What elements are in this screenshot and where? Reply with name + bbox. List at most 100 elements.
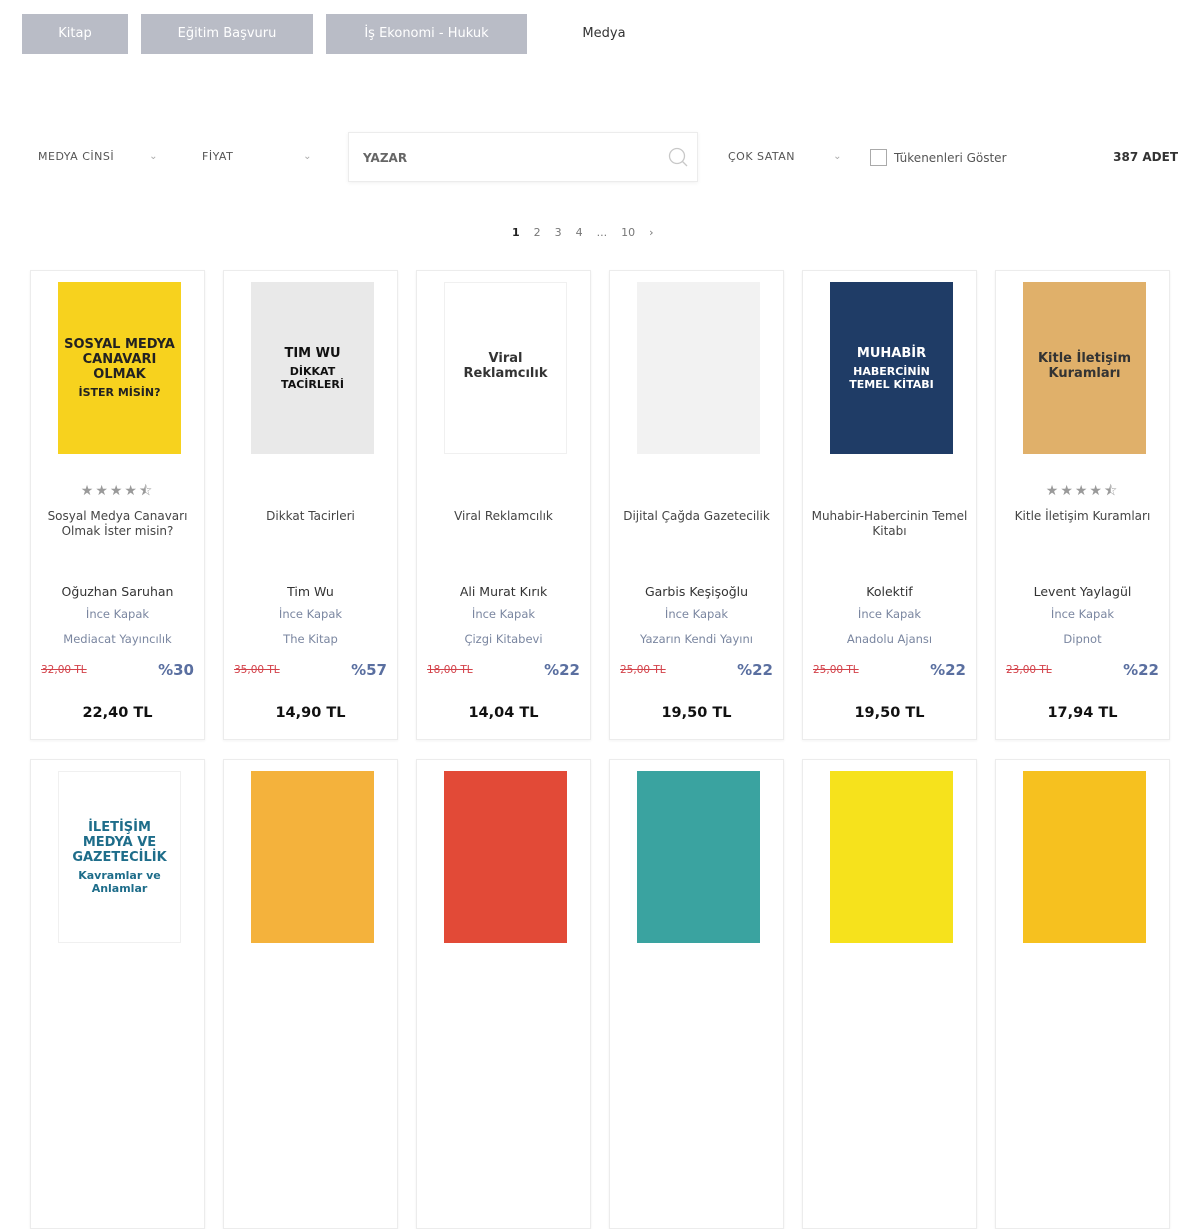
old-price: 25,00 TL (620, 664, 666, 676)
product-price: 22,40 TL (82, 705, 153, 721)
product-card[interactable] (416, 759, 591, 1229)
tab-medya[interactable]: Medya (540, 14, 668, 54)
discount-badge: %22 (1123, 661, 1159, 679)
product-title[interactable]: Viral Reklamcılık (425, 509, 582, 524)
product-card[interactable]: Kitle İletişim Kuramları ★★★★⯪ Kitle İle… (995, 270, 1170, 740)
pagination: 1 2 3 4 ... 10 › (505, 226, 661, 239)
cover-subtitle-text: Kavramlar ve Anlamlar (78, 868, 161, 895)
old-price: 35,00 TL (234, 664, 280, 676)
tab-kitap[interactable]: Kitap (22, 14, 128, 54)
page-link[interactable]: 3 (548, 226, 569, 239)
rating-stars: ★★★★⯪ (80, 483, 155, 499)
product-binding: İnce Kapak (278, 607, 343, 621)
book-cover-image[interactable] (444, 771, 567, 943)
book-cover-image[interactable] (637, 771, 760, 943)
old-price: 23,00 TL (1006, 664, 1052, 676)
media-type-select[interactable]: MEDYA CİNSİ ⌄ (38, 132, 168, 182)
book-cover-image[interactable] (251, 771, 374, 943)
book-cover-image[interactable] (1023, 771, 1146, 943)
book-cover-image[interactable]: MUHABİR HABERCİNİN TEMEL KİTABI (830, 282, 953, 454)
out-of-stock-label: Tükenenleri Göster (894, 150, 1007, 165)
book-cover-image[interactable]: Kitle İletişim Kuramları (1023, 282, 1146, 454)
product-title[interactable]: Muhabir-Habercinin Temel Kitabı (811, 509, 968, 539)
discount-badge: %57 (351, 661, 387, 679)
cover-title-text: TIM WU (284, 345, 341, 361)
product-author[interactable]: Ali Murat Kırık (417, 584, 590, 599)
product-binding: İnce Kapak (85, 607, 150, 621)
product-author[interactable]: Tim Wu (224, 584, 397, 599)
product-title[interactable]: Kitle İletişim Kuramları (1004, 509, 1161, 524)
page-link[interactable]: 1 (505, 226, 527, 239)
tab-is-ekonomi-hukuk[interactable]: İş Ekonomi - Hukuk (326, 14, 527, 54)
product-card[interactable]: TIM WU DİKKAT TACİRLERİ Dikkat Tacirleri… (223, 270, 398, 740)
result-count: 387 ADET (1113, 150, 1178, 164)
product-author[interactable]: Oğuzhan Saruhan (31, 584, 204, 599)
page-link[interactable]: 4 (569, 226, 590, 239)
author-search-box (348, 132, 698, 182)
product-binding: İnce Kapak (471, 607, 536, 621)
product-title[interactable]: Dijital Çağda Gazetecilik (618, 509, 775, 524)
book-cover-image[interactable]: SOSYAL MEDYA CANAVARI OLMAK İSTER MİSİN? (58, 282, 181, 454)
product-card[interactable]: Viral Reklamcılık Viral Reklamcılık Ali … (416, 270, 591, 740)
product-price: 19,50 TL (661, 705, 732, 721)
filter-bar: MEDYA CİNSİ ⌄ FİYAT ⌄ ÇOK SATAN ⌄ Tükene… (22, 132, 1182, 182)
cover-title-text: SOSYAL MEDYA CANAVARI OLMAK (64, 337, 175, 382)
product-publisher[interactable]: Çizgi Kitabevi (417, 632, 590, 646)
price-label: FİYAT (202, 150, 234, 163)
product-card[interactable] (995, 759, 1170, 1229)
book-cover-image[interactable] (637, 282, 760, 454)
product-publisher[interactable]: The Kitap (224, 632, 397, 646)
product-price: 19,50 TL (854, 705, 925, 721)
author-search-input[interactable] (361, 147, 665, 169)
price-select[interactable]: FİYAT ⌄ (202, 132, 322, 182)
product-card[interactable] (802, 759, 977, 1229)
cover-title-text: MUHABİR (856, 345, 927, 361)
media-type-label: MEDYA CİNSİ (38, 150, 115, 163)
out-of-stock-checkbox[interactable] (870, 149, 887, 166)
old-price: 25,00 TL (813, 664, 859, 676)
product-card[interactable]: İLETİŞİM MEDYA VE GAZETECİLİK Kavramlar … (30, 759, 205, 1229)
cover-title-text: Kitle İletişim Kuramları (1037, 351, 1132, 381)
product-price: 17,94 TL (1047, 705, 1118, 721)
cover-title-text: Viral Reklamcılık (463, 351, 548, 381)
product-publisher[interactable]: Yazarın Kendi Yayını (610, 632, 783, 646)
product-price: 14,04 TL (468, 705, 539, 721)
page-link[interactable]: 10 (614, 226, 642, 239)
old-price: 32,00 TL (41, 664, 87, 676)
next-page-icon[interactable]: › (642, 226, 660, 239)
book-cover-image[interactable]: Viral Reklamcılık (444, 282, 567, 454)
chevron-down-icon: ⌄ (303, 151, 312, 162)
product-author[interactable]: Kolektif (803, 584, 976, 599)
book-cover-image[interactable]: TIM WU DİKKAT TACİRLERİ (251, 282, 374, 454)
out-of-stock-toggle: Tükenenleri Göster (870, 149, 1007, 166)
product-grid: SOSYAL MEDYA CANAVARI OLMAK İSTER MİSİN?… (30, 270, 1170, 1229)
product-card[interactable]: Dijital Çağda Gazetecilik Garbis Keşişoğ… (609, 270, 784, 740)
old-price: 18,00 TL (427, 664, 473, 676)
product-author[interactable]: Levent Yaylagül (996, 584, 1169, 599)
product-publisher[interactable]: Dipnot (996, 632, 1169, 646)
discount-badge: %22 (544, 661, 580, 679)
tab-egitim-basvuru[interactable]: Eğitim Başvuru (141, 14, 313, 54)
search-icon[interactable] (667, 146, 689, 168)
product-author[interactable]: Garbis Keşişoğlu (610, 584, 783, 599)
product-binding: İnce Kapak (857, 607, 922, 621)
product-publisher[interactable]: Mediacat Yayıncılık (31, 632, 204, 646)
book-cover-image[interactable] (830, 771, 953, 943)
sort-label: ÇOK SATAN (728, 150, 796, 163)
product-title[interactable]: Sosyal Medya Canavarı Olmak İster misin? (39, 509, 196, 539)
product-card[interactable] (609, 759, 784, 1229)
product-publisher[interactable]: Anadolu Ajansı (803, 632, 976, 646)
page-ellipsis: ... (596, 226, 608, 239)
product-title[interactable]: Dikkat Tacirleri (232, 509, 389, 524)
product-card[interactable] (223, 759, 398, 1229)
discount-badge: %22 (737, 661, 773, 679)
page-link[interactable]: 2 (527, 226, 548, 239)
product-binding: İnce Kapak (664, 607, 729, 621)
product-card[interactable]: MUHABİR HABERCİNİN TEMEL KİTABI Muhabir-… (802, 270, 977, 740)
chevron-down-icon: ⌄ (149, 151, 158, 162)
sort-select[interactable]: ÇOK SATAN ⌄ (728, 132, 852, 182)
book-cover-image[interactable]: İLETİŞİM MEDYA VE GAZETECİLİK Kavramlar … (58, 771, 181, 943)
product-binding: İnce Kapak (1050, 607, 1115, 621)
product-price: 14,90 TL (275, 705, 346, 721)
product-card[interactable]: SOSYAL MEDYA CANAVARI OLMAK İSTER MİSİN?… (30, 270, 205, 740)
